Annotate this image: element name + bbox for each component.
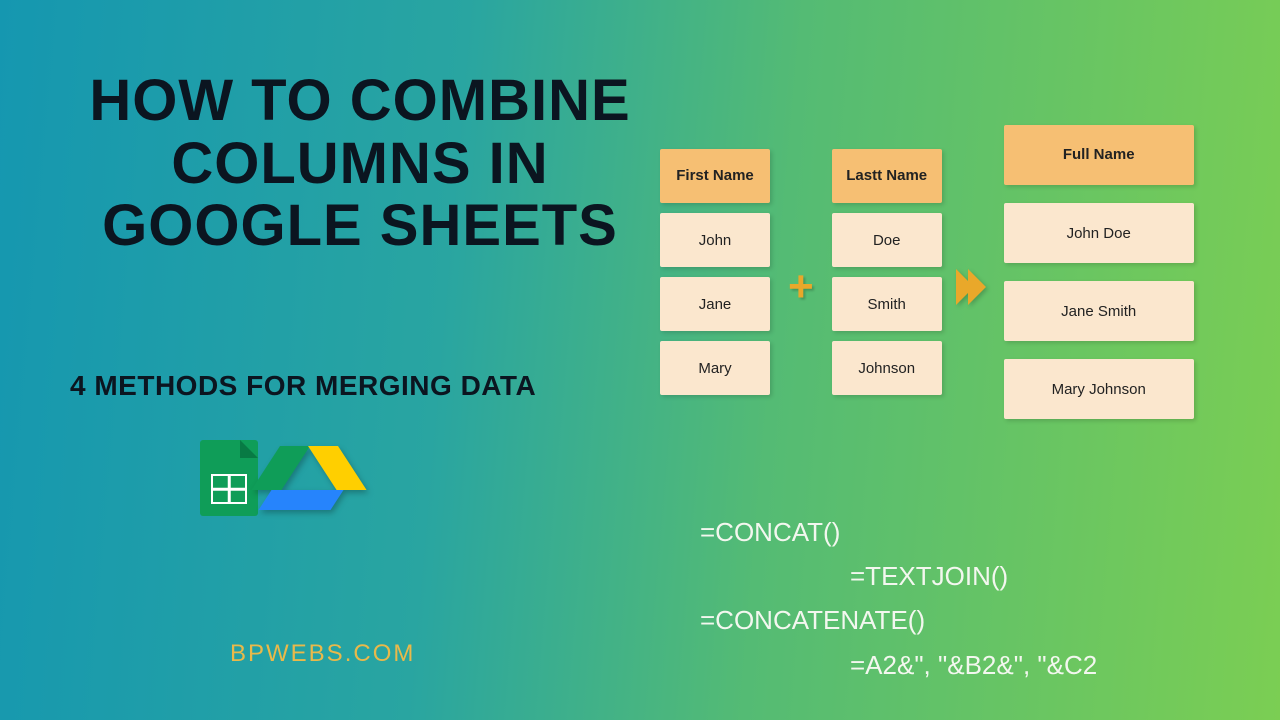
formula-list: =CONCAT() =TEXTJOIN() =CONCATENATE() =A2… bbox=[700, 510, 1097, 687]
col2-header: Lastt Name bbox=[832, 149, 942, 203]
column-full-name: Full Name John Doe Jane Smith Mary Johns… bbox=[1004, 125, 1194, 419]
col3-header: Full Name bbox=[1004, 125, 1194, 185]
arrow-icon bbox=[960, 269, 986, 305]
table-cell: Doe bbox=[832, 213, 942, 267]
footer-url: BPWEBS.COM bbox=[230, 640, 415, 668]
google-sheets-icon bbox=[200, 440, 258, 516]
table-cell: John Doe bbox=[1004, 203, 1194, 263]
formula-concatenate: =CONCATENATE() bbox=[700, 598, 1097, 642]
plus-icon: + bbox=[788, 262, 814, 312]
table-cell: Jane bbox=[660, 277, 770, 331]
table-cell: Johnson bbox=[832, 341, 942, 395]
column-first-name: First Name John Jane Mary bbox=[660, 149, 770, 395]
col1-header: First Name bbox=[660, 149, 770, 203]
formula-textjoin: =TEXTJOIN() bbox=[850, 554, 1097, 598]
page-title: HOW TO COMBINE COLUMNS IN GOOGLE SHEETS bbox=[60, 70, 660, 258]
column-last-name: Lastt Name Doe Smith Johnson bbox=[832, 149, 942, 395]
app-icons bbox=[200, 440, 346, 516]
page-subtitle: 4 METHODS FOR MERGING DATA bbox=[70, 370, 536, 402]
table-cell: Smith bbox=[832, 277, 942, 331]
formula-concat: =CONCAT() bbox=[700, 510, 1097, 554]
table-cell: Jane Smith bbox=[1004, 281, 1194, 341]
table-cell: Mary bbox=[660, 341, 770, 395]
columns-diagram: First Name John Jane Mary + Lastt Name D… bbox=[660, 125, 1194, 419]
formula-ampersand: =A2&", "&B2&", "&C2 bbox=[850, 643, 1097, 687]
table-cell: John bbox=[660, 213, 770, 267]
table-cell: Mary Johnson bbox=[1004, 359, 1194, 419]
google-drive-icon bbox=[272, 446, 346, 510]
